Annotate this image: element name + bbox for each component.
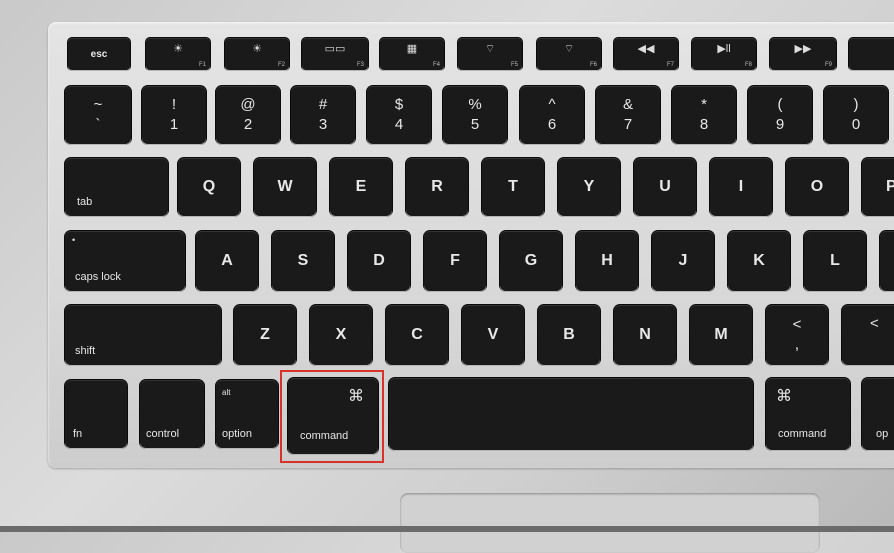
brightness-up-icon: ☀ xyxy=(252,43,262,55)
key-j[interactable]: J xyxy=(652,231,714,291)
key-space[interactable] xyxy=(389,378,753,450)
key-v[interactable]: V xyxy=(462,305,524,365)
brightness-down-icon: ☀ xyxy=(173,43,183,55)
rewind-icon: ◀◀ xyxy=(637,43,655,55)
key-backtick[interactable]: ~ ` xyxy=(65,86,131,144)
key-h[interactable]: H xyxy=(576,231,638,291)
key-z[interactable]: Z xyxy=(234,305,296,365)
key-q[interactable]: Q xyxy=(178,158,240,216)
key-f6[interactable]: ⌔ F6 xyxy=(537,38,601,70)
key-f9[interactable]: ▶▶ F9 xyxy=(770,38,836,70)
key-1[interactable]: ! 1 xyxy=(142,86,206,144)
key-3[interactable]: #3 xyxy=(291,86,355,144)
key-tab[interactable]: tab xyxy=(65,158,168,216)
key-f2[interactable]: ☀ F2 xyxy=(225,38,289,70)
key-option-right-partial[interactable]: op xyxy=(862,378,894,450)
key-a[interactable]: A xyxy=(196,231,258,291)
key-i[interactable]: I xyxy=(710,158,772,216)
key-semicolon-partial[interactable] xyxy=(880,231,894,291)
key-f5[interactable]: ⌔ F5 xyxy=(458,38,522,70)
keyboard-light-down-icon: ⌔ xyxy=(484,43,496,55)
key-2[interactable]: @2 xyxy=(216,86,280,144)
key-w[interactable]: W xyxy=(254,158,316,216)
key-f1[interactable]: ☀ F1 xyxy=(146,38,210,70)
key-n[interactable]: N xyxy=(614,305,676,365)
key-p[interactable]: P xyxy=(862,158,894,216)
key-0[interactable]: ) 0 xyxy=(824,86,888,144)
key-t[interactable]: T xyxy=(482,158,544,216)
key-l[interactable]: L xyxy=(804,231,866,291)
key-fn[interactable]: fn xyxy=(65,380,127,448)
key-d[interactable]: D xyxy=(348,231,410,291)
key-o[interactable]: O xyxy=(786,158,848,216)
keyboard-light-up-icon: ⌔ xyxy=(563,43,575,55)
key-4[interactable]: $4 xyxy=(367,86,431,144)
key-f7[interactable]: ◀◀ F7 xyxy=(614,38,678,70)
key-caps-lock[interactable]: • caps lock xyxy=(65,231,185,291)
fast-forward-icon: ▶▶ xyxy=(794,43,812,55)
key-y[interactable]: Y xyxy=(558,158,620,216)
key-f4[interactable]: ▦ F4 xyxy=(380,38,444,70)
key-g[interactable]: G xyxy=(500,231,562,291)
mission-control-icon: ▭▭ xyxy=(324,43,346,55)
key-option[interactable]: alt option xyxy=(216,380,278,448)
key-e[interactable]: E xyxy=(330,158,392,216)
key-shift[interactable]: shift xyxy=(65,305,221,365)
key-k[interactable]: K xyxy=(728,231,790,291)
key-period-partial[interactable]: < xyxy=(842,305,894,365)
key-f10-partial[interactable] xyxy=(849,38,894,70)
key-comma[interactable]: <, xyxy=(766,305,828,365)
play-pause-icon: ▶ll xyxy=(717,43,731,55)
key-7[interactable]: & 7 xyxy=(596,86,660,144)
key-s[interactable]: S xyxy=(272,231,334,291)
key-esc[interactable]: esc xyxy=(68,38,130,70)
key-c[interactable]: C xyxy=(386,305,448,365)
command-icon: ⌘ xyxy=(776,388,792,405)
key-x[interactable]: X xyxy=(310,305,372,365)
launchpad-icon: ▦ xyxy=(406,43,418,55)
key-f3[interactable]: ▭▭ F3 xyxy=(302,38,368,70)
key-9[interactable]: (9 xyxy=(748,86,812,144)
key-f8[interactable]: ▶ll F8 xyxy=(692,38,756,70)
trackpad[interactable] xyxy=(400,493,820,553)
key-control[interactable]: control xyxy=(140,380,204,448)
key-5[interactable]: % 5 xyxy=(443,86,507,144)
key-f[interactable]: F xyxy=(424,231,486,291)
key-b[interactable]: B xyxy=(538,305,600,365)
command-key-highlight xyxy=(280,370,384,463)
key-command-right[interactable]: ⌘ command xyxy=(766,378,850,450)
key-8[interactable]: * 8 xyxy=(672,86,736,144)
bottom-edge xyxy=(0,526,894,532)
key-m[interactable]: M xyxy=(690,305,752,365)
key-6[interactable]: ^ 6 xyxy=(520,86,584,144)
key-u[interactable]: U xyxy=(634,158,696,216)
key-r[interactable]: R xyxy=(406,158,468,216)
